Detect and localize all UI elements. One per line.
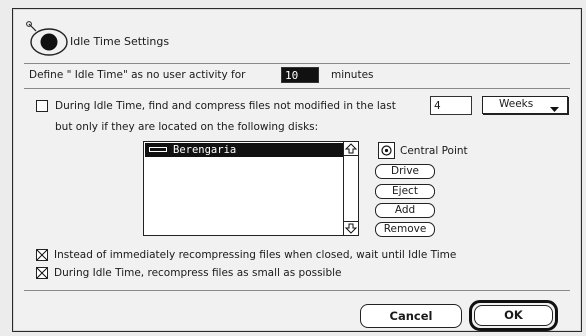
- disk-drive-icon: [378, 142, 395, 159]
- recompress-small-label: During Idle Time, recompress files as sm…: [54, 267, 342, 279]
- dialog-title: Idle Time Settings: [70, 35, 170, 48]
- footer-divider: [24, 290, 570, 291]
- drive-name-label: Central Point: [400, 145, 468, 157]
- remove-button[interactable]: Remove: [375, 222, 435, 237]
- cancel-button[interactable]: Cancel: [360, 304, 462, 328]
- disk-list[interactable]: Berengaria: [143, 141, 359, 236]
- popup-arrow-icon: [550, 102, 559, 117]
- wait-until-idle-label: Instead of immediately recompressing fil…: [54, 249, 457, 261]
- minutes-label: minutes: [331, 69, 374, 81]
- clock-icon: [25, 20, 70, 58]
- disk-list-scrollbar[interactable]: [343, 142, 358, 235]
- section-divider: [24, 88, 570, 89]
- time-unit-selected: Weeks: [499, 98, 534, 110]
- disk-name: Berengaria: [173, 144, 237, 156]
- wait-until-idle-checkbox[interactable]: [36, 249, 48, 261]
- drive-button[interactable]: Drive: [375, 164, 435, 179]
- idle-minutes-field[interactable]: 10: [281, 67, 319, 83]
- idle-define-label: Define " Idle Time" as no user activity …: [29, 69, 246, 81]
- list-item[interactable]: Berengaria: [145, 143, 344, 157]
- disk-restriction-label: but only if they are located on the foll…: [55, 121, 319, 133]
- ok-button[interactable]: OK: [474, 305, 553, 326]
- compress-old-files-checkbox[interactable]: [36, 100, 48, 112]
- time-unit-popup[interactable]: Weeks: [482, 96, 568, 114]
- scroll-up-arrow-icon[interactable]: [344, 142, 358, 156]
- hard-disk-icon: [149, 147, 167, 152]
- file-age-field[interactable]: 4: [430, 96, 472, 115]
- scroll-down-arrow-icon[interactable]: [344, 221, 358, 235]
- recompress-small-checkbox[interactable]: [36, 267, 48, 279]
- eject-button[interactable]: Eject: [375, 184, 435, 199]
- add-button[interactable]: Add: [375, 203, 435, 218]
- compress-old-files-label: During Idle Time, find and compress file…: [55, 100, 396, 112]
- header-divider: [24, 63, 570, 64]
